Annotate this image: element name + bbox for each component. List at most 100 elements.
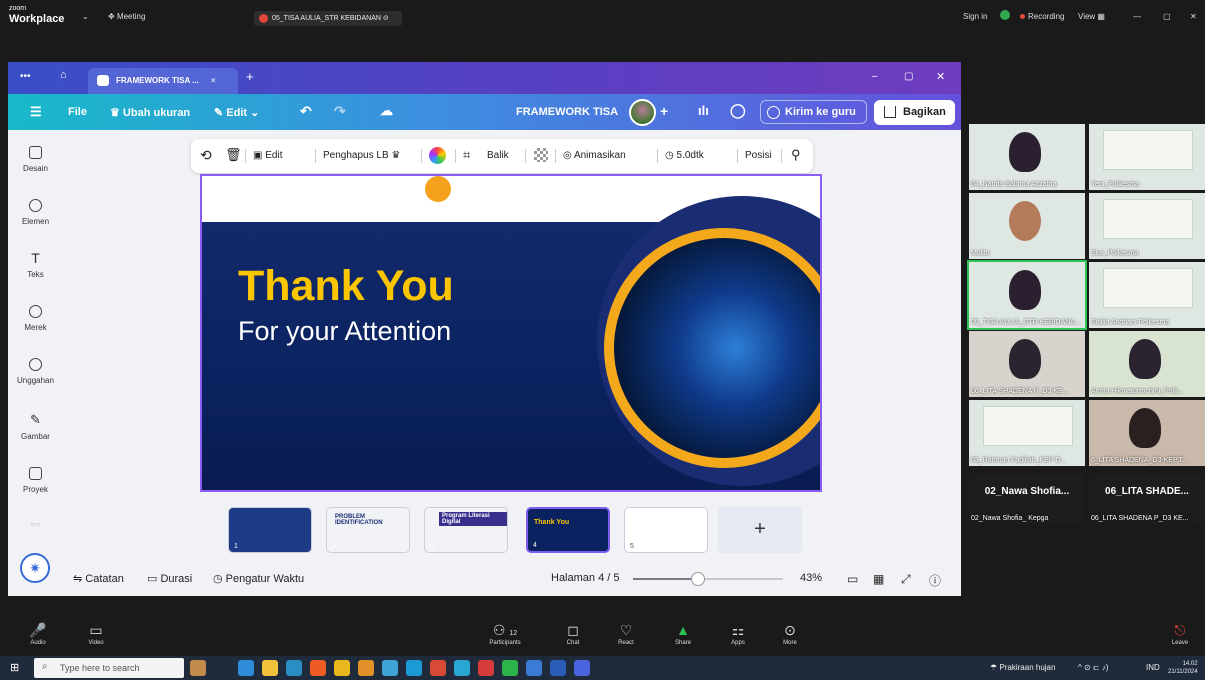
- more-icon[interactable]: ⊙: [765, 622, 815, 639]
- window-restore-icon[interactable]: ▢: [904, 71, 913, 82]
- chat-icon[interactable]: ◻: [548, 622, 598, 639]
- color-picker-icon[interactable]: [429, 147, 446, 164]
- edit-image-button[interactable]: ▣ Edit: [253, 150, 282, 161]
- resize-button[interactable]: ♛ Ubah ukuran: [110, 106, 190, 119]
- weather-widget[interactable]: ☂ Prakiraan hujan: [990, 663, 1055, 672]
- mail-icon[interactable]: [406, 660, 422, 676]
- chrome-icon[interactable]: [334, 660, 350, 676]
- video-icon[interactable]: ▭: [71, 622, 121, 639]
- transparency-icon[interactable]: [534, 148, 548, 162]
- share-screen-button[interactable]: Share: [658, 640, 708, 646]
- new-tab-button[interactable]: +: [246, 69, 254, 84]
- app-icon[interactable]: [478, 660, 494, 676]
- participant-tile-no-video[interactable]: 06_LITA SHADE... 06_LITA SHADENA P_D3 KE…: [1089, 474, 1205, 524]
- app-icon[interactable]: [358, 660, 374, 676]
- notes-button[interactable]: ⇋ Catatan: [73, 572, 124, 585]
- powerpoint-icon[interactable]: [430, 660, 446, 676]
- task-view-icon[interactable]: [238, 660, 254, 676]
- window-close-icon[interactable]: ✕: [936, 70, 945, 83]
- sign-in-link[interactable]: Sign in: [963, 12, 987, 21]
- participants-icon[interactable]: ⚇ 12: [480, 622, 530, 639]
- participant-tile[interactable]: Sisilia Andriani Polkesma: [1089, 262, 1205, 328]
- participant-tile[interactable]: Siwi_Polkesma: [1089, 193, 1205, 259]
- animate-button[interactable]: ◎ Animasikan: [563, 150, 626, 161]
- minimize-icon[interactable]: —: [1133, 12, 1141, 21]
- apps-button[interactable]: Apps: [713, 640, 763, 646]
- edge-icon[interactable]: [286, 660, 302, 676]
- sidebar-item-design[interactable]: Desain: [8, 146, 63, 173]
- send-to-teacher-button[interactable]: Kirim ke guru: [760, 100, 867, 124]
- sidebar-more-icon[interactable]: ○○: [8, 520, 63, 529]
- react-icon[interactable]: ♡: [601, 622, 651, 639]
- share-screen-icon[interactable]: ▲: [658, 622, 708, 638]
- firefox-icon[interactable]: [310, 660, 326, 676]
- grid-view-icon[interactable]: ▦: [873, 572, 884, 586]
- cloud-saved-icon[interactable]: ☁: [380, 103, 393, 119]
- share-button[interactable]: Bagikan: [874, 100, 955, 125]
- audio-button[interactable]: Audio: [13, 640, 63, 646]
- slide-orange-dot[interactable]: [425, 176, 451, 202]
- app-icon[interactable]: [502, 660, 518, 676]
- app-icon[interactable]: [526, 660, 542, 676]
- recording-indicator[interactable]: Recording: [1020, 12, 1064, 21]
- zoom-slider[interactable]: [633, 572, 783, 586]
- zoom-percent[interactable]: 43%: [800, 572, 822, 584]
- thumbnail-page-3[interactable]: Program Literasi Digital 3: [424, 507, 508, 553]
- chat-button[interactable]: Chat: [548, 640, 598, 646]
- sidebar-item-brand[interactable]: Merek: [8, 305, 63, 332]
- timer-button[interactable]: ◷ Pengatur Waktu: [213, 572, 304, 585]
- bg-remover-button[interactable]: Penghapus LB ♛: [323, 150, 400, 161]
- file-menu[interactable]: File: [68, 106, 87, 118]
- crop-icon[interactable]: ⌗: [463, 147, 470, 163]
- delete-icon[interactable]: 🗑: [225, 147, 242, 163]
- thumbnail-page-2[interactable]: PROBLEM IDENTIFICATION 2: [326, 507, 410, 553]
- app-icon[interactable]: [454, 660, 470, 676]
- zoom-slider-handle[interactable]: [690, 572, 705, 586]
- react-button[interactable]: React: [601, 640, 651, 646]
- word-icon[interactable]: [550, 660, 566, 676]
- add-page-button[interactable]: +: [718, 507, 802, 553]
- menu-icon[interactable]: ☰: [30, 104, 42, 120]
- help-icon[interactable]: ⓘ: [929, 572, 941, 589]
- slide-title[interactable]: Thank You: [238, 262, 454, 311]
- view-menu[interactable]: View ▦: [1078, 12, 1105, 21]
- add-collaborator-icon[interactable]: +: [660, 103, 668, 119]
- slide-subtitle[interactable]: For your Attention: [238, 316, 451, 347]
- tab-close-icon[interactable]: ×: [211, 76, 216, 85]
- participant-tile[interactable]: Armia Hikmaturrachmi_Polk...: [1089, 331, 1205, 397]
- more-button[interactable]: More: [765, 640, 815, 646]
- replace-icon[interactable]: ⟲: [200, 147, 212, 164]
- participant-tile[interactable]: 04_Nanda Sabrina Azzahra: [969, 124, 1085, 190]
- redo-icon[interactable]: ↷: [334, 103, 346, 120]
- language-indicator[interactable]: IND: [1146, 663, 1160, 672]
- windows-start-icon[interactable]: ⊞: [10, 661, 19, 674]
- sidebar-item-elements[interactable]: Elemen: [8, 199, 63, 226]
- fullscreen-icon[interactable]: ⤢: [901, 572, 911, 587]
- insights-icon[interactable]: ılı: [698, 103, 709, 118]
- app-icon[interactable]: [382, 660, 398, 676]
- edit-mode-button[interactable]: ✎ Edit ⌄: [214, 106, 259, 119]
- participants-button[interactable]: Participants: [480, 640, 530, 646]
- window-minimize-icon[interactable]: –: [872, 71, 878, 82]
- sidebar-item-text[interactable]: T Teks: [8, 251, 63, 279]
- maximize-icon[interactable]: ▢: [1163, 12, 1171, 21]
- widget-icon[interactable]: [190, 660, 206, 676]
- page-indicator[interactable]: Halaman 4 / 5: [551, 572, 619, 584]
- slide-canvas[interactable]: Thank You For your Attention: [200, 174, 822, 492]
- participant-tile[interactable]: 06_LITA SHADENA P_D3 KE...: [969, 331, 1085, 397]
- leave-icon[interactable]: ⎋: [1155, 622, 1205, 639]
- taskbar-search[interactable]: ⌕ Type here to search: [34, 658, 184, 678]
- pages-view-icon[interactable]: ▭: [847, 572, 858, 586]
- thumbnail-page-4[interactable]: Thank You 4: [526, 507, 610, 553]
- participant-tile[interactable]: Mulito: [969, 193, 1085, 259]
- undo-icon[interactable]: ↶: [300, 103, 312, 120]
- duration-toggle-button[interactable]: ▭ Durasi: [147, 572, 192, 585]
- comment-icon[interactable]: ◯: [730, 102, 746, 119]
- video-button[interactable]: Video: [71, 640, 121, 646]
- meeting-menu[interactable]: ✥ Meeting: [108, 12, 145, 21]
- leave-button[interactable]: Leave: [1155, 640, 1205, 646]
- participant-tile[interactable]: Yeni_Polkesma: [1089, 124, 1205, 190]
- position-button[interactable]: Posisi: [745, 150, 772, 161]
- participant-tile[interactable]: 6_LITA SHADENA_D3-KEP.T...: [1089, 400, 1205, 466]
- magic-assistant-button[interactable]: ✷: [20, 553, 50, 583]
